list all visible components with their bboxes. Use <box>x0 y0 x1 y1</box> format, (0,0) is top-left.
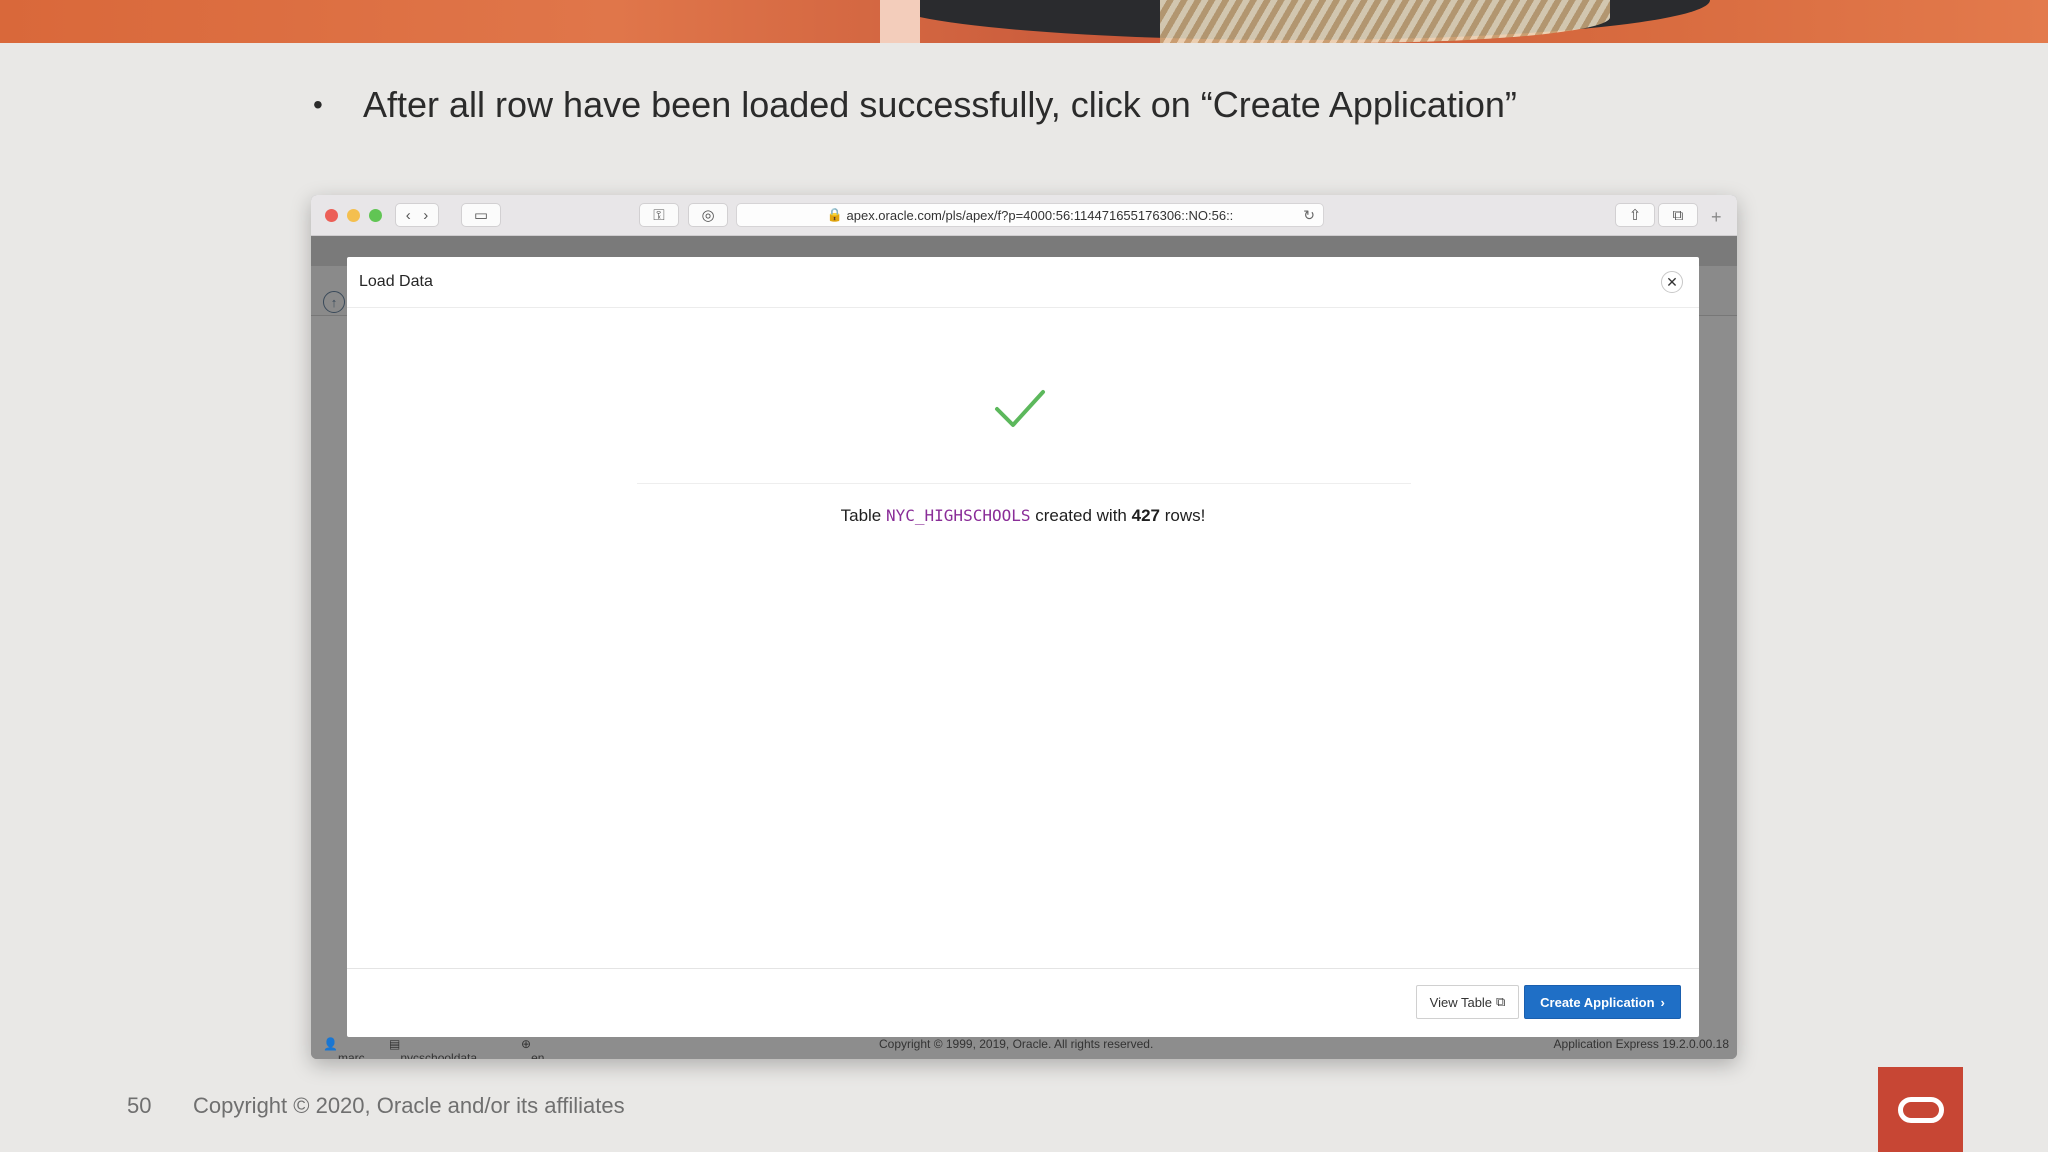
dialog-header: Load Data ✕ <box>347 257 1699 308</box>
banner-light-shape <box>880 0 920 43</box>
dialog-title: Load Data <box>359 273 433 290</box>
sidebar-icon[interactable]: ▭ <box>461 203 501 227</box>
table-name: NYC_HIGHSCHOOLS <box>886 506 1031 525</box>
instruction-text: After all row have been loaded successfu… <box>363 84 1517 125</box>
banner-stripes <box>1160 0 1610 43</box>
address-bar[interactable]: 🔒 apex.oracle.com/pls/apex/f?p=4000:56:1… <box>736 203 1324 227</box>
maximize-window-icon[interactable] <box>369 209 382 222</box>
row-count: 427 <box>1131 506 1161 525</box>
message-middle: created with <box>1035 506 1127 525</box>
oracle-ring-icon <box>1897 1096 1944 1123</box>
lock-icon: 🔒 <box>826 207 847 222</box>
create-application-label: Create Application <box>1540 994 1655 1010</box>
minimize-window-icon[interactable] <box>347 209 360 222</box>
new-tab-icon[interactable]: + <box>1711 207 1722 228</box>
dialog-footer: View Table ⧉ Create Application › <box>347 968 1699 1037</box>
upload-icon[interactable]: ↑ <box>323 291 345 313</box>
message-suffix: rows! <box>1164 506 1206 525</box>
close-icon[interactable]: ✕ <box>1661 271 1683 293</box>
browser-window: ‹ › ▭ ⚿ ◎ 🔒 apex.oracle.com/pls/apex/f?p… <box>311 195 1737 1059</box>
close-window-icon[interactable] <box>325 209 338 222</box>
browser-titlebar: ‹ › ▭ ⚿ ◎ 🔒 apex.oracle.com/pls/apex/f?p… <box>311 195 1737 236</box>
instruction-bullet: • After all row have been loaded success… <box>313 84 1517 126</box>
reload-icon[interactable]: ↻ <box>1303 207 1315 224</box>
footer-workspace[interactable]: ▤ nycschooldata <box>389 1037 477 1059</box>
oracle-logo-icon <box>1878 1067 1963 1152</box>
tabs-overview-icon[interactable]: ⧉ <box>1658 203 1698 227</box>
footer-copyright: Copyright © 1999, 2019, Oracle. All righ… <box>879 1037 1154 1051</box>
footer-user[interactable]: 👤 marc <box>323 1037 365 1059</box>
view-table-label: View Table <box>1429 994 1493 1010</box>
page-number: 50 <box>127 1093 152 1118</box>
footer-language[interactable]: ⊕ en <box>521 1037 544 1059</box>
password-icon[interactable]: ⚿ <box>639 203 679 227</box>
message-prefix: Table <box>840 506 882 525</box>
back-icon[interactable]: ‹ <box>406 207 411 224</box>
view-table-button[interactable]: View Table ⧉ <box>1416 985 1519 1019</box>
dialog-divider <box>637 483 1411 484</box>
checkmark-icon <box>995 390 1045 427</box>
success-message: Table NYC_HIGHSCHOOLS created with 427 r… <box>347 506 1699 526</box>
url-text: apex.oracle.com/pls/apex/f?p=4000:56:114… <box>846 207 1234 223</box>
create-application-button[interactable]: Create Application › <box>1524 985 1681 1019</box>
load-data-dialog: Load Data ✕ Table NYC_HIGHSCHOOLS create… <box>347 257 1699 1037</box>
forward-icon[interactable]: › <box>423 207 428 224</box>
bullet-dot-icon: • <box>313 89 323 120</box>
share-icon[interactable]: ⇧ <box>1615 203 1655 227</box>
back-forward-buttons[interactable]: ‹ › <box>395 203 439 227</box>
footer-version: Application Express 19.2.0.00.18 <box>1553 1037 1729 1051</box>
header-banner-image <box>0 0 2048 43</box>
slide-copyright: Copyright © 2020, Oracle and/or its affi… <box>193 1093 625 1118</box>
external-link-icon: ⧉ <box>1496 994 1506 1009</box>
privacy-icon[interactable]: ◎ <box>688 203 728 227</box>
chevron-right-icon: › <box>1660 994 1665 1010</box>
